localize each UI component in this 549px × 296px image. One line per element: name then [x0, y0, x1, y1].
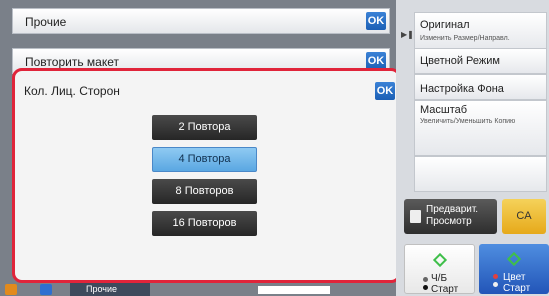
background-title: Настройка Фона: [420, 83, 504, 95]
bw-start-button[interactable]: Ч/Б Старт: [404, 244, 475, 295]
white-dot-icon: [493, 282, 498, 287]
background-button[interactable]: Настройка Фона: [414, 74, 547, 100]
bw-start-label: Ч/Б Старт: [431, 273, 459, 295]
black-dot-icon: [423, 285, 428, 290]
taskbar: Прочие: [0, 283, 396, 296]
option-4-repeat[interactable]: 4 Повтора: [152, 147, 257, 172]
option-2-repeat[interactable]: 2 Повтора: [152, 115, 257, 140]
original-subtitle: Изменить Размер/Направл.: [420, 35, 510, 42]
info-icon[interactable]: [40, 284, 52, 295]
repeat-count-dialog: Кол. Лиц. Сторон OK 2 Повтора 4 Повтора …: [12, 68, 401, 283]
zoom-subtitle: Увеличить/Уменьшить Копию: [420, 118, 516, 125]
color-mode-title: Цветной Режим: [420, 55, 500, 67]
other-settings-bar[interactable]: Прочие OK: [12, 8, 390, 34]
original-title: Оригинал: [420, 19, 470, 31]
other-ok-button[interactable]: OK: [366, 12, 386, 30]
color-mode-button[interactable]: Цветной Режим: [414, 48, 547, 74]
preview-button[interactable]: Предварит. Просмотр: [404, 199, 497, 234]
red-dot-icon: [493, 274, 498, 279]
empty-slot: [414, 156, 547, 192]
original-button[interactable]: Оригинал Изменить Размер/Направл.: [414, 12, 547, 50]
ca-button[interactable]: CA: [502, 199, 546, 234]
zoom-button[interactable]: Масштаб Увеличить/Уменьшить Копию: [414, 100, 547, 156]
other-settings-label: Прочие: [25, 15, 67, 29]
option-8-repeat[interactable]: 8 Повторов: [152, 179, 257, 204]
home-icon[interactable]: [5, 284, 17, 295]
dialog-ok-button[interactable]: OK: [375, 82, 395, 100]
status-bar: [258, 286, 330, 294]
taskbar-tab[interactable]: Прочие: [70, 283, 150, 296]
color-start-label: Цвет Старт: [503, 272, 531, 294]
repeat-layout-label: Повторить макет: [25, 55, 119, 69]
option-16-repeat[interactable]: 16 Повторов: [152, 211, 257, 236]
preview-icon: [410, 210, 421, 223]
start-diamond-icon: [506, 251, 522, 267]
color-start-button[interactable]: Цвет Старт: [479, 244, 549, 294]
start-diamond-icon: [432, 252, 448, 268]
play-icon[interactable]: ▶❚: [401, 30, 414, 39]
gray-dot-icon: [423, 277, 428, 282]
zoom-title: Масштаб: [420, 104, 468, 116]
dialog-title: Кол. Лиц. Сторон: [24, 84, 120, 98]
preview-label: Предварит. Просмотр: [426, 204, 479, 227]
